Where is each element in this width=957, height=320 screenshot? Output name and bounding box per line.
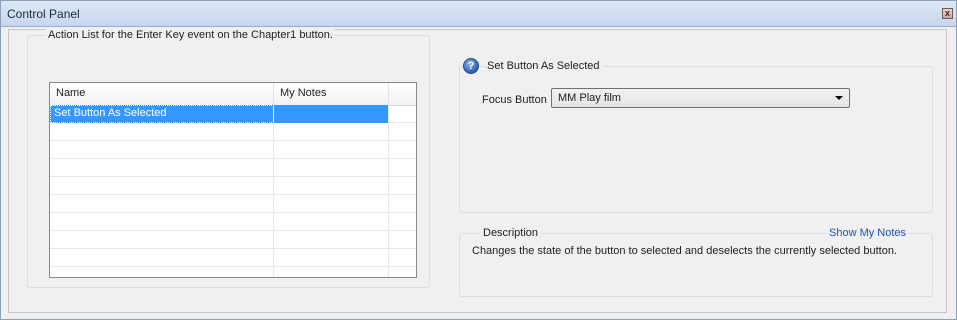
row-name-cell[interactable] <box>50 123 274 141</box>
table-row[interactable] <box>50 123 416 141</box>
row-filler-cell <box>389 105 416 123</box>
row-name-cell[interactable] <box>50 213 274 231</box>
row-notes-cell[interactable] <box>274 249 389 267</box>
description-text: Changes the state of the button to selec… <box>472 245 897 257</box>
window-title: Control Panel <box>7 7 80 21</box>
table-row[interactable] <box>50 141 416 159</box>
close-icon[interactable]: x <box>942 8 953 19</box>
column-header-empty <box>389 83 416 105</box>
row-notes-cell[interactable] <box>274 267 389 277</box>
row-notes-cell[interactable] <box>274 195 389 213</box>
table-row[interactable] <box>50 267 416 277</box>
column-header-name[interactable]: Name <box>50 83 274 105</box>
action-list-legend: Action List for the Enter Key event on t… <box>46 29 335 41</box>
row-notes-cell[interactable] <box>274 105 389 123</box>
table-row[interactable] <box>50 195 416 213</box>
row-filler-cell <box>389 123 416 141</box>
row-filler-cell <box>389 195 416 213</box>
help-icon[interactable]: ? <box>463 58 479 74</box>
row-notes-cell[interactable] <box>274 141 389 159</box>
column-header-my-notes[interactable]: My Notes <box>274 83 389 105</box>
focus-button-dropdown[interactable]: MM Play film <box>551 88 850 108</box>
focus-button-label: Focus Button <box>482 94 547 106</box>
table-row[interactable]: Set Button As Selected <box>50 105 416 123</box>
table-row[interactable] <box>50 231 416 249</box>
row-filler-cell <box>389 249 416 267</box>
row-filler-cell <box>389 267 416 277</box>
row-notes-cell[interactable] <box>274 231 389 249</box>
row-filler-cell <box>389 159 416 177</box>
row-filler-cell <box>389 141 416 159</box>
action-list-view[interactable]: Name My Notes Set Button As Selected <box>49 82 417 278</box>
row-notes-cell[interactable] <box>274 177 389 195</box>
focus-button-value: MM Play film <box>558 92 621 104</box>
list-header: Name My Notes <box>50 83 416 106</box>
row-name-cell[interactable]: Set Button As Selected <box>50 105 274 123</box>
table-row[interactable] <box>50 249 416 267</box>
chevron-down-icon <box>835 96 843 100</box>
description-panel <box>459 233 933 297</box>
action-detail-title: Set Button As Selected <box>487 60 604 72</box>
show-my-notes-link[interactable]: Show My Notes <box>826 227 910 239</box>
title-bar[interactable]: Control Panel x <box>1 1 956 27</box>
row-notes-cell[interactable] <box>274 213 389 231</box>
row-filler-cell <box>389 231 416 249</box>
row-filler-cell <box>389 177 416 195</box>
row-notes-cell[interactable] <box>274 123 389 141</box>
table-row[interactable] <box>50 177 416 195</box>
row-name-cell[interactable] <box>50 177 274 195</box>
row-name-cell[interactable] <box>50 141 274 159</box>
row-name-cell[interactable] <box>50 159 274 177</box>
row-name-cell[interactable] <box>50 249 274 267</box>
row-name-cell[interactable] <box>50 195 274 213</box>
row-filler-cell <box>389 213 416 231</box>
row-name-cell[interactable] <box>50 267 274 277</box>
row-name-cell[interactable] <box>50 231 274 249</box>
row-notes-cell[interactable] <box>274 159 389 177</box>
table-row[interactable] <box>50 159 416 177</box>
table-row[interactable] <box>50 213 416 231</box>
description-title: Description <box>480 227 542 239</box>
